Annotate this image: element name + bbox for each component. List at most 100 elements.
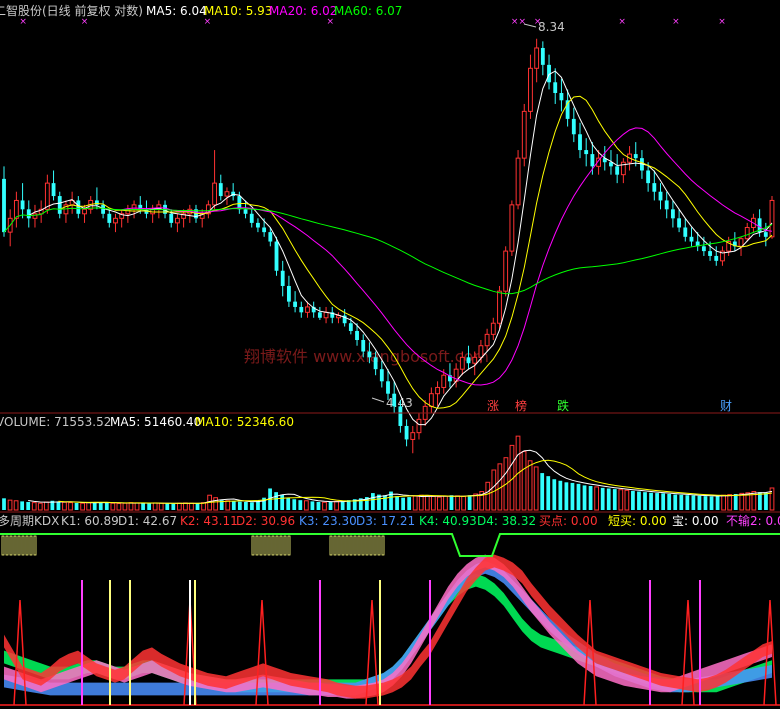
candle-body bbox=[249, 213, 254, 223]
volume-bar bbox=[546, 476, 551, 510]
k3-label: K3: 23.30 bbox=[299, 514, 357, 528]
ma10-label: MA10: 5.93 bbox=[204, 4, 272, 18]
k2-label: K2: 43.11 bbox=[180, 514, 238, 528]
candle-body bbox=[361, 340, 366, 352]
volume-bar bbox=[649, 492, 653, 510]
candle-body bbox=[658, 191, 663, 201]
volume-bar bbox=[37, 502, 43, 511]
cross-marker: × bbox=[672, 17, 680, 27]
price-title: 二智股份(日线 前复权 对数) bbox=[0, 3, 143, 18]
candle-body bbox=[212, 182, 218, 206]
candle-body bbox=[373, 357, 378, 370]
candle-body bbox=[744, 226, 750, 240]
candle-body bbox=[652, 183, 657, 192]
candle-body bbox=[490, 322, 496, 335]
volume-bar bbox=[461, 495, 466, 511]
volume-bar bbox=[685, 495, 690, 510]
stock-chart[interactable]: 二智股份(日线 前复权 对数) MA5: 6.04 MA10: 5.93 MA2… bbox=[0, 0, 780, 709]
volume-bar bbox=[20, 501, 25, 510]
candle-body bbox=[256, 222, 260, 228]
high-price-label: 8.34 bbox=[538, 20, 565, 34]
candle-body bbox=[459, 356, 465, 370]
volume-bar bbox=[758, 492, 762, 510]
volume-bar bbox=[183, 502, 188, 511]
volume-bar bbox=[171, 503, 176, 510]
candle-body bbox=[323, 311, 329, 319]
candle-body bbox=[515, 157, 521, 206]
volume-bar bbox=[697, 495, 702, 510]
candle-body bbox=[218, 183, 223, 197]
volume-bar bbox=[473, 493, 479, 511]
volume-bar bbox=[152, 502, 158, 511]
volume-bar bbox=[80, 502, 85, 511]
candle-body bbox=[57, 196, 62, 214]
volume-bar bbox=[225, 500, 231, 511]
volume-bar bbox=[31, 502, 37, 511]
volume-bar bbox=[443, 495, 448, 511]
volume-bar bbox=[637, 491, 641, 510]
volume-bar bbox=[86, 502, 92, 511]
volume-bar bbox=[165, 503, 170, 510]
candle-body bbox=[355, 330, 359, 341]
volume-bar bbox=[733, 494, 738, 510]
signal-label-cai: 财 bbox=[720, 399, 732, 413]
volume-bar bbox=[673, 494, 678, 510]
candle-body bbox=[701, 246, 706, 252]
volume-bar bbox=[437, 496, 442, 511]
candle-body bbox=[113, 217, 118, 224]
candle-body bbox=[553, 82, 558, 94]
volume-bar bbox=[558, 480, 563, 510]
volume-bar bbox=[231, 501, 236, 510]
volume-bar bbox=[624, 489, 630, 511]
volume-bar bbox=[134, 502, 140, 511]
candle-body bbox=[280, 270, 285, 286]
volume-bar bbox=[455, 495, 460, 511]
candle-body bbox=[689, 236, 694, 242]
candle-body bbox=[317, 312, 322, 318]
candle-body bbox=[379, 369, 384, 382]
candle-body bbox=[32, 213, 38, 219]
buy-point-label: 买点: 0.00 bbox=[539, 514, 598, 528]
volume-bar bbox=[195, 503, 200, 510]
volume-bar bbox=[667, 494, 672, 510]
volume-bar bbox=[709, 496, 714, 510]
volume-bar bbox=[110, 502, 116, 511]
volume-bar bbox=[316, 502, 321, 510]
candle-body bbox=[683, 227, 688, 237]
d3-label: D3: 17.21 bbox=[356, 514, 415, 528]
volume-bar bbox=[600, 487, 605, 510]
candle-body bbox=[13, 199, 19, 219]
candle-body bbox=[305, 306, 310, 313]
volume-bar bbox=[98, 502, 103, 510]
ma60-label: MA60: 6.07 bbox=[334, 4, 402, 18]
k1-label: K1: 60.89 bbox=[61, 514, 119, 528]
volume-bar bbox=[213, 497, 219, 511]
volume-bar bbox=[418, 494, 424, 511]
signal-label-zhang: 涨 bbox=[487, 398, 499, 413]
volume-bar bbox=[334, 500, 339, 511]
volume-bar bbox=[533, 466, 539, 511]
volume-bar bbox=[274, 492, 279, 510]
ma5-label: MA5: 6.04 bbox=[146, 4, 207, 18]
volume-bar bbox=[298, 500, 303, 510]
volume-bar bbox=[280, 494, 285, 510]
candle-body bbox=[169, 213, 174, 223]
candle-body bbox=[571, 118, 576, 135]
candle-body bbox=[293, 301, 298, 307]
d2-label: D2: 30.96 bbox=[236, 514, 295, 528]
volume-bar bbox=[176, 502, 182, 511]
volume-bar bbox=[631, 490, 635, 510]
candle-body bbox=[435, 386, 440, 395]
candle-body bbox=[615, 166, 620, 175]
volume-bar bbox=[764, 492, 768, 510]
volume-bar bbox=[68, 502, 73, 511]
candle-body bbox=[578, 134, 582, 151]
volume-bar bbox=[147, 503, 152, 510]
candle-body bbox=[559, 93, 564, 101]
candle-body bbox=[44, 182, 50, 210]
cross-marker: × bbox=[204, 17, 212, 27]
volume-bar bbox=[340, 500, 345, 510]
volume-ma5-label: MA5: 51460.40 bbox=[110, 415, 201, 429]
ma20-label: MA20: 6.02 bbox=[269, 4, 337, 18]
candle-body bbox=[243, 209, 248, 214]
